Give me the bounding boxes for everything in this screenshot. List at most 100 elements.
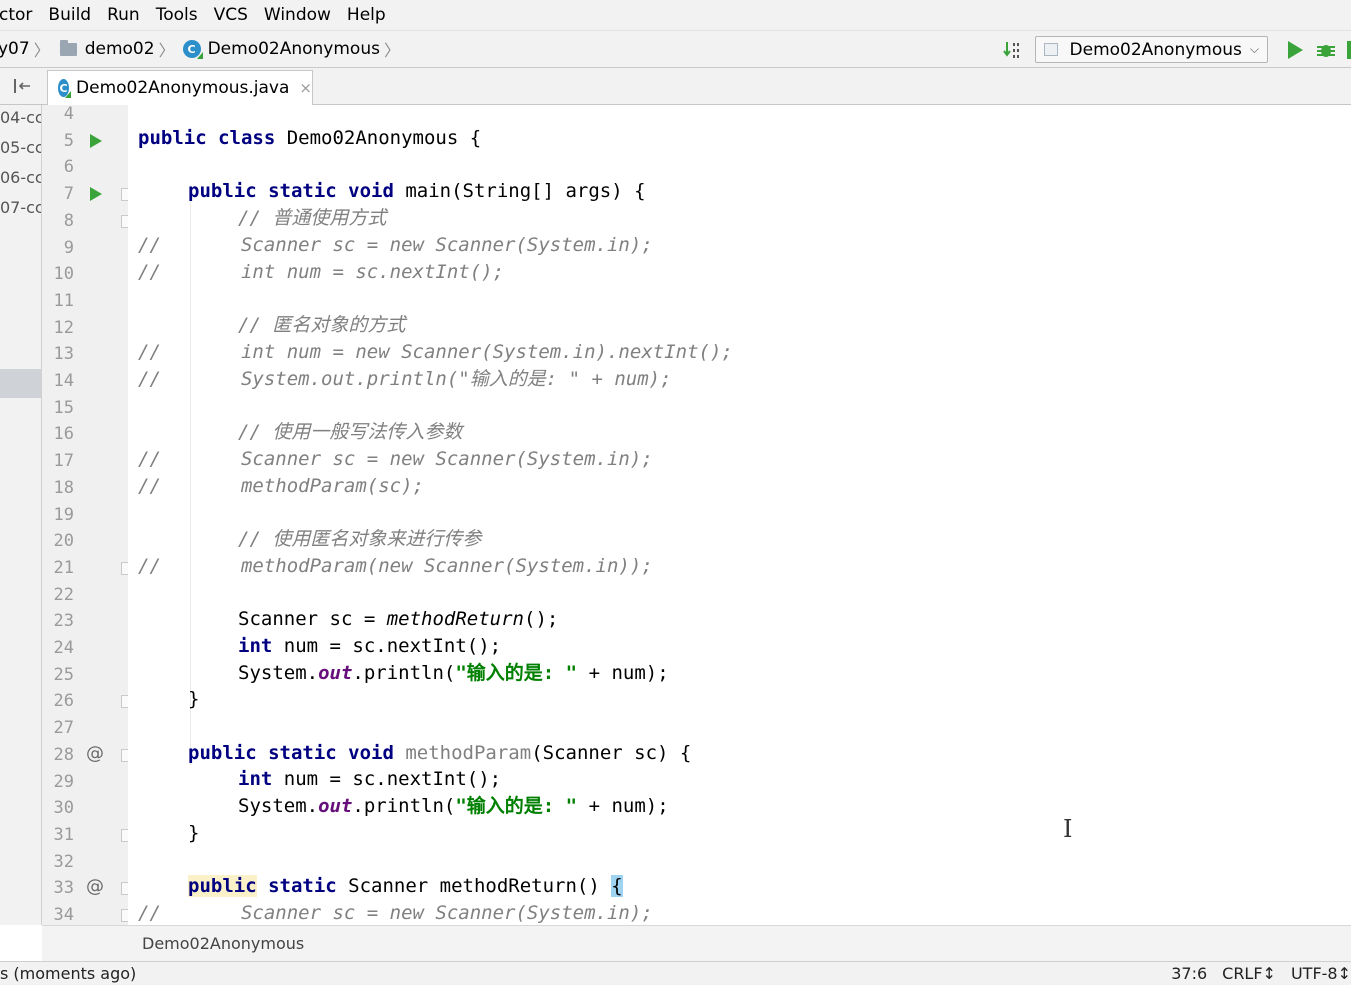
project-item[interactable]: 05-cc [0,133,41,163]
code-line-24: int num = sc.nextInt(); [238,635,502,657]
java-class-icon: C [182,40,203,59]
line-number: 4 [63,104,74,124]
build-sort-icon[interactable] [999,37,1025,63]
line-number: 19 [53,504,74,525]
project-panel-strip: 04-cc 05-cc 06-cc 07-cc [0,105,42,925]
line-number: 29 [53,771,74,792]
run-configuration-select[interactable]: Demo02Anonymous ⌵ [1034,36,1268,63]
navigation-bar: y07 〉 demo02 〉 C Demo02Anonymous 〉 Demo0… [0,31,1351,68]
code-line-8: // 普通使用方式 [238,207,387,229]
editor-gutter: 4 5 6 7 8 9 10 11 12 13 14 15 16 17 18 19 20 21 22 23 24 25 26… [42,104,134,925]
code-line-9: // Scanner sc = new Scanner(System.in); [138,234,653,256]
nav-crumb-class[interactable]: C Demo02Anonymous [181,31,380,67]
chevron-right-icon: 〉 [383,41,400,60]
run-icon[interactable] [1288,40,1303,59]
code-line-16: // 使用一般写法传入参数 [238,421,463,443]
line-number: 18 [53,477,74,498]
collapse-panel-icon[interactable] [12,78,32,94]
caret-position[interactable]: 37:6 [1171,962,1207,985]
code-line-33: public static Scanner methodReturn() { [188,875,623,897]
text-cursor-icon: I [1063,815,1073,843]
menu-vcs[interactable]: VCS [206,0,256,31]
line-number: 6 [63,157,74,178]
menu-help[interactable]: Help [339,0,394,31]
line-number: 23 [53,611,74,632]
project-item[interactable]: 06-cc [0,163,41,193]
status-bar: s (moments ago) 37:6 CRLF↕ UTF-8↕ [0,961,1351,985]
menu-tools[interactable]: Tools [148,0,206,31]
status-message: s (moments ago) [0,964,137,983]
line-number: 30 [53,798,74,819]
code-line-10: // int num = sc.nextInt(); [138,261,505,283]
line-number: 10 [53,264,74,285]
override-gutter-icon[interactable]: @ [86,743,104,764]
line-number: 16 [53,424,74,445]
menu-build[interactable]: Build [40,0,99,31]
code-line-26: } [188,688,200,710]
project-panel-selection [0,369,41,398]
line-number: 25 [53,664,74,685]
line-number: 27 [53,718,74,739]
project-item[interactable]: 07-cc [0,193,41,223]
code-line-17: // Scanner sc = new Scanner(System.in); [138,448,653,470]
code-line-31: } [188,822,200,844]
editor-tab-bar: C Demo02Anonymous.java × [0,68,1351,105]
code-line-34: // Scanner sc = new Scanner(System.in); [138,902,653,924]
code-line-29: int num = sc.nextInt(); [238,768,502,790]
line-number: 31 [53,824,74,845]
code-line-14: // System.out.println("输入的是: " + num); [138,368,672,390]
override-gutter-icon[interactable]: @ [86,876,104,897]
line-number: 28 [53,744,74,765]
nav-crumb-package[interactable]: demo02 [56,31,155,67]
project-item[interactable]: 04-cc [0,105,41,133]
ide-window: ctor Build Run Tools VCS Window Help y07… [0,0,1351,985]
code-line-23: Scanner sc = methodReturn(); [238,608,559,630]
line-number: 24 [53,638,74,658]
editor-breadcrumb-class[interactable]: Demo02Anonymous [142,934,304,953]
run-gutter-icon[interactable] [90,187,102,202]
line-number: 21 [53,557,74,578]
tab-demo02anonymous-java[interactable]: C Demo02Anonymous.java × [47,70,313,105]
toolbar-right: Demo02Anonymous ⌵ [999,31,1351,68]
code-editor[interactable]: public class Demo02Anonymous { public st… [128,105,1351,925]
status-right: 37:6 CRLF↕ UTF-8↕ [1156,962,1351,985]
line-number: 17 [53,451,74,472]
java-class-icon: C [58,79,72,98]
menu-run[interactable]: Run [99,0,148,31]
line-number: 12 [53,317,74,338]
line-number: 22 [53,584,74,605]
code-line-30: System.out.println("输入的是: " + num); [238,795,669,817]
menu-refactor[interactable]: ctor [0,0,40,31]
line-number: 20 [53,531,74,552]
menu-bar: ctor Build Run Tools VCS Window Help [0,0,1351,31]
debug-icon[interactable] [1317,41,1335,59]
code-line-12: // 匿名对象的方式 [238,314,406,336]
line-number: 26 [53,691,74,712]
run-more-icon[interactable] [1347,40,1351,59]
line-number: 5 [63,130,74,151]
folder-icon [59,39,77,56]
code-line-28: public static void methodParam(Scanner s… [188,742,692,764]
file-encoding[interactable]: UTF-8↕ [1291,962,1351,985]
code-line-18: // methodParam(sc); [138,475,424,497]
line-number: 33 [53,878,74,899]
nav-crumb-module[interactable]: y07 [0,31,30,67]
code-line-7: public static void main(String[] args) { [188,180,646,202]
line-number: 11 [53,290,74,311]
close-icon[interactable]: × [299,79,312,97]
code-line-25: System.out.println("输入的是: " + num); [238,662,669,684]
editor-breadcrumb: Demo02Anonymous [42,925,1351,961]
run-gutter-icon[interactable] [90,133,102,148]
line-number: 13 [53,344,74,365]
menu-window[interactable]: Window [256,0,339,31]
line-number: 32 [53,851,74,872]
line-separator[interactable]: CRLF↕ [1222,962,1276,985]
chevron-down-icon: ⌵ [1249,42,1259,56]
line-number: 7 [63,184,74,205]
chevron-right-icon: 〉 [158,41,175,60]
line-number: 14 [53,371,74,391]
code-line-20: // 使用匿名对象来进行传参 [238,528,482,550]
line-number: 8 [63,210,74,231]
line-number: 15 [53,397,74,418]
code-line-21: // methodParam(new Scanner(System.in)); [138,555,653,577]
